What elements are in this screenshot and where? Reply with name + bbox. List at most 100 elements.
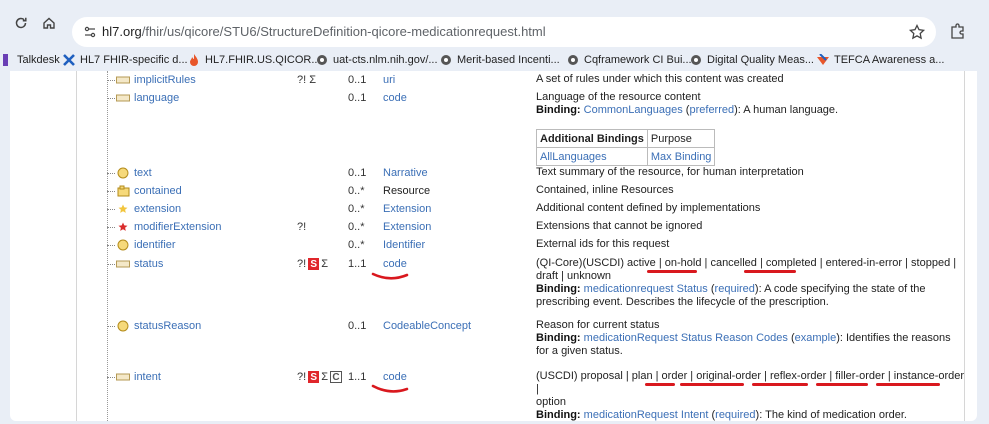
binding-strength[interactable]: preferred [689, 104, 734, 116]
element-type: Resource [383, 185, 431, 197]
binding-line: Binding: medicationrequest Status (requi… [536, 283, 926, 308]
left-border [76, 71, 77, 421]
element-type[interactable]: Narrative [383, 166, 428, 180]
home-icon[interactable] [40, 14, 58, 32]
bookmark-talkdesk[interactable]: Talkdesk [0, 51, 60, 69]
element-description: External ids for this request [536, 238, 670, 250]
value-separator: | [887, 370, 891, 382]
bookmark-cqframework[interactable]: Cqframework CI Bui... [567, 51, 692, 69]
value-on-hold: on-hold [664, 257, 702, 269]
primitive-element-icon [116, 372, 130, 383]
element-name[interactable]: contained [134, 185, 182, 197]
element-cardinality: 0..1 [348, 320, 367, 332]
binding-link[interactable]: medicationRequest Status Reason Codes [584, 332, 788, 344]
element-description: (QI-Core)(USCDI) active | on-hold | canc… [536, 257, 966, 309]
annotation-underline-instance-order [876, 383, 940, 386]
element-name[interactable]: language [134, 92, 179, 104]
site-info-icon[interactable] [82, 24, 98, 40]
element-name[interactable]: statusReason [134, 320, 201, 332]
binding-text: : The kind of medication order. [759, 409, 907, 421]
primitive-element-icon [116, 93, 130, 104]
value-completed: completed [765, 257, 817, 269]
element-type[interactable]: Extension [383, 220, 431, 234]
modifier-extension-icon [116, 222, 130, 233]
element-type[interactable]: Identifier [383, 238, 425, 252]
binding-strength[interactable]: required [715, 283, 755, 295]
bookmark-label: HL7.FHIR.US.QICOR... [205, 54, 321, 66]
element-cardinality: 0..* [348, 203, 365, 215]
status-value-set: (QI-Core)(USCDI) active | on-hold | canc… [536, 257, 966, 270]
binding-link[interactable]: medicationrequest Status [584, 283, 708, 295]
element-name[interactable]: text [134, 167, 152, 179]
table-cell-link[interactable]: Max Binding [646, 147, 716, 166]
talkdesk-icon [0, 54, 12, 66]
extension-icon [116, 204, 130, 215]
extensions-icon[interactable] [949, 22, 967, 40]
element-flags: ?! Σ [297, 74, 317, 86]
element-description: Language of the resource content Binding… [536, 91, 966, 117]
globe-icon [440, 54, 452, 66]
bookmark-uat-cts[interactable]: uat-cts.nlm.nih.gov/... [316, 51, 438, 69]
value-separator: | [690, 370, 694, 382]
value-text: (QI-Core)(USCDI) active | [536, 257, 662, 269]
element-type[interactable]: CodeableConcept [383, 319, 471, 333]
bookmark-tefca[interactable]: TEFCA Awareness a... [817, 51, 944, 69]
address-bar[interactable]: hl7.org/fhir/us/qicore/STU6/StructureDef… [72, 17, 936, 47]
element-type[interactable]: Extension [383, 202, 431, 216]
element-description: (USCDI) proposal | plan | order | origin… [536, 370, 966, 421]
annotation-underline-reflex-order [752, 383, 808, 386]
value-separator: | [764, 370, 767, 382]
element-name[interactable]: status [134, 258, 163, 270]
binding-label: Binding: [536, 409, 581, 421]
element-description: Additional content defined by implementa… [536, 202, 761, 214]
binding-strength[interactable]: example [795, 332, 837, 344]
element-name[interactable]: extension [134, 203, 181, 215]
binding-link[interactable]: medicationRequest Intent [584, 409, 709, 421]
value-separator: | [829, 370, 833, 382]
summary-flag: Σ [321, 258, 328, 270]
bookmark-dqm[interactable]: Digital Quality Meas... [690, 51, 814, 69]
element-name[interactable]: implicitRules [134, 74, 196, 86]
element-type[interactable]: code [383, 91, 407, 105]
datatype-element-icon [116, 167, 130, 179]
must-support-flag: S [308, 371, 320, 383]
element-cardinality: 1..1 [348, 258, 367, 270]
url-path: /fhir/us/qicore/STU6/StructureDefinition… [141, 24, 546, 39]
element-cardinality: 0..* [348, 221, 365, 233]
globe-icon [316, 54, 328, 66]
bookmark-label: HL7 FHIR-specific d... [80, 54, 188, 66]
constraint-flag: C [330, 371, 342, 383]
element-cardinality: 0..* [348, 185, 365, 197]
modifier-flag: ?! [297, 371, 307, 383]
value-text: option [536, 396, 566, 408]
element-cardinality: 0..* [348, 239, 365, 251]
element-flags: ?! S Σ C [297, 370, 342, 384]
reload-icon[interactable] [12, 14, 30, 32]
additional-bindings-table: Additional Bindings Purpose AllLanguages… [536, 129, 716, 166]
summary-flag: Σ [321, 371, 328, 383]
binding-strength[interactable]: required [715, 409, 755, 421]
element-name[interactable]: intent [134, 371, 161, 383]
element-cardinality: 0..1 [348, 92, 367, 104]
resource-element-icon [116, 185, 130, 197]
annotation-underline-status-code [371, 272, 409, 280]
bookmark-star-icon[interactable] [908, 23, 926, 41]
globe-icon [690, 54, 702, 66]
element-name[interactable]: identifier [134, 239, 176, 251]
annotation-underline-intent-code [371, 384, 409, 393]
table-cell-link[interactable]: AllLanguages [536, 147, 648, 166]
must-support-flag: S [308, 258, 320, 270]
element-type[interactable]: uri [383, 73, 395, 87]
element-description: Reason for current status Binding: medic… [536, 319, 966, 358]
primitive-element-icon [116, 259, 130, 270]
binding-text: : A human language. [737, 104, 839, 116]
element-flags: ?! S Σ [297, 257, 328, 271]
element-description: Extensions that cannot be ignored [536, 220, 703, 232]
url-text[interactable]: hl7.org/fhir/us/qicore/STU6/StructureDef… [102, 24, 546, 39]
element-name[interactable]: modifierExtension [134, 221, 221, 233]
bookmark-hl7-qicore[interactable]: HL7.FHIR.US.QICOR... [188, 51, 321, 69]
value-text: | cancelled | [704, 257, 763, 269]
bookmark-hl7-fhir[interactable]: HL7 FHIR-specific d... [63, 51, 188, 69]
bookmark-merit[interactable]: Merit-based Incenti... [440, 51, 560, 69]
binding-link[interactable]: CommonLanguages [584, 104, 683, 116]
